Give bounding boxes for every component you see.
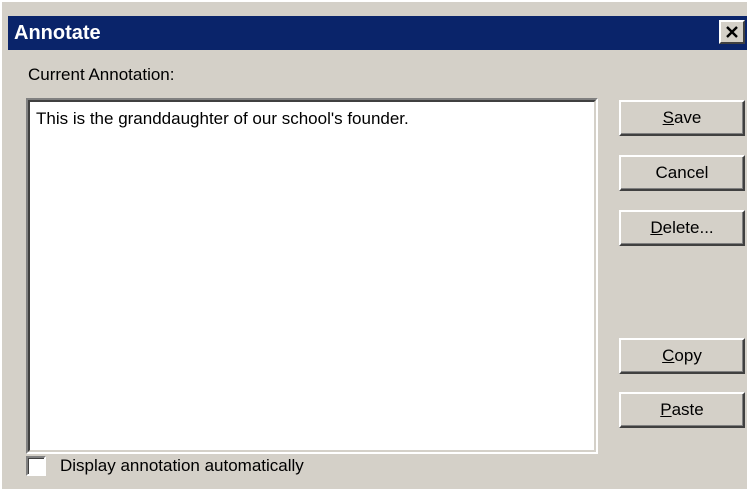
window-title: Annotate [14,22,101,44]
annotate-dialog: Annotate Current Annotation: This is the… [0,0,747,489]
copy-button[interactable]: Copy [619,338,745,374]
paste-mnemonic: P [660,400,672,419]
display-automatically-option[interactable]: Display annotation automatically [26,454,304,478]
close-button[interactable] [719,20,745,44]
annotation-textarea-frame: This is the granddaughter of our school'… [26,98,598,454]
save-button[interactable]: Save [619,100,745,136]
paste-button[interactable]: Paste [619,392,745,428]
save-label-rest: ave [673,108,702,127]
paste-label-rest: aste [671,400,704,419]
cancel-button[interactable]: Cancel [619,155,745,191]
display-automatically-checkbox[interactable] [26,456,46,476]
copy-label-rest: opy [674,346,702,365]
annotation-textarea[interactable]: This is the granddaughter of our school'… [28,100,596,452]
display-automatically-label[interactable]: Display annotation automatically [60,455,304,477]
current-annotation-label: Current Annotation: [28,65,175,84]
copy-mnemonic: C [662,346,675,365]
delete-button[interactable]: Delete... [619,210,745,246]
title-bar[interactable]: Annotate [8,16,747,50]
annotation-text[interactable]: This is the granddaughter of our school'… [36,108,588,130]
delete-mnemonic: D [650,218,663,237]
delete-label-rest: elete... [662,218,714,237]
cancel-label: Cancel [655,163,709,182]
close-icon [725,25,739,39]
save-mnemonic: S [662,108,674,127]
